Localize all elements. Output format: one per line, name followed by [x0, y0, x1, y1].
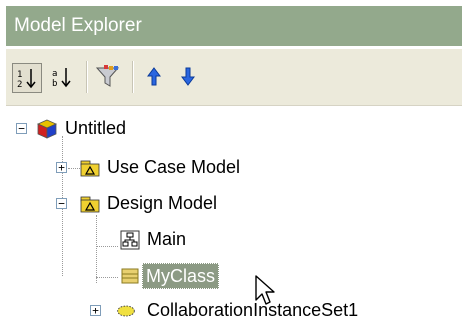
sort-descending-button[interactable]: a b	[48, 63, 78, 93]
svg-text:a: a	[52, 69, 57, 79]
model-explorer-panel: Model Explorer 1 2 a b − Untitled + Use …	[6, 6, 462, 327]
filter-button[interactable]	[94, 63, 124, 93]
move-down-icon	[181, 67, 195, 86]
toolbar-separator	[86, 61, 88, 93]
tree-connector	[62, 204, 63, 276]
package-icon	[80, 196, 100, 213]
tree-connector	[96, 246, 118, 247]
model-tree: − Untitled + Use Case Model − Design Mod…	[6, 106, 462, 327]
tree-node-label: Untitled	[65, 118, 127, 138]
tree-connector	[96, 277, 118, 278]
class-icon	[121, 268, 139, 284]
tree-node-label: MyClass	[142, 263, 220, 289]
collapse-toggle[interactable]: −	[16, 123, 27, 134]
project-cube-icon	[37, 119, 57, 139]
mouse-pointer-icon	[255, 275, 275, 305]
tree-node-label: CollaborationInstanceSet1	[147, 300, 359, 320]
package-icon	[80, 160, 100, 177]
panel-title: Model Explorer	[6, 6, 462, 46]
move-up-button[interactable]	[140, 63, 170, 93]
svg-text:2: 2	[17, 80, 22, 90]
svg-text:1: 1	[17, 70, 22, 80]
sort-descending-icon: a b	[52, 68, 71, 89]
collaboration-icon	[117, 305, 135, 317]
diagram-icon	[120, 230, 140, 250]
move-up-icon	[147, 67, 161, 86]
tree-connector	[96, 215, 97, 283]
tree-node-label: Main	[147, 229, 187, 249]
expand-toggle[interactable]: +	[56, 162, 67, 173]
tree-node-label: Design Model	[107, 193, 218, 213]
svg-text:b: b	[52, 79, 57, 89]
explorer-toolbar: 1 2 a b	[6, 49, 462, 106]
tree-node-label: Use Case Model	[107, 157, 241, 177]
collapse-toggle[interactable]: −	[56, 198, 67, 209]
sort-ascending-button[interactable]: 1 2	[12, 63, 42, 93]
move-down-button[interactable]	[174, 63, 204, 93]
tree-connector	[68, 168, 80, 169]
toolbar-separator	[132, 61, 134, 93]
expand-toggle[interactable]: +	[90, 305, 101, 316]
sort-ascending-icon: 1 2	[17, 69, 36, 90]
filter-icon	[95, 65, 120, 87]
